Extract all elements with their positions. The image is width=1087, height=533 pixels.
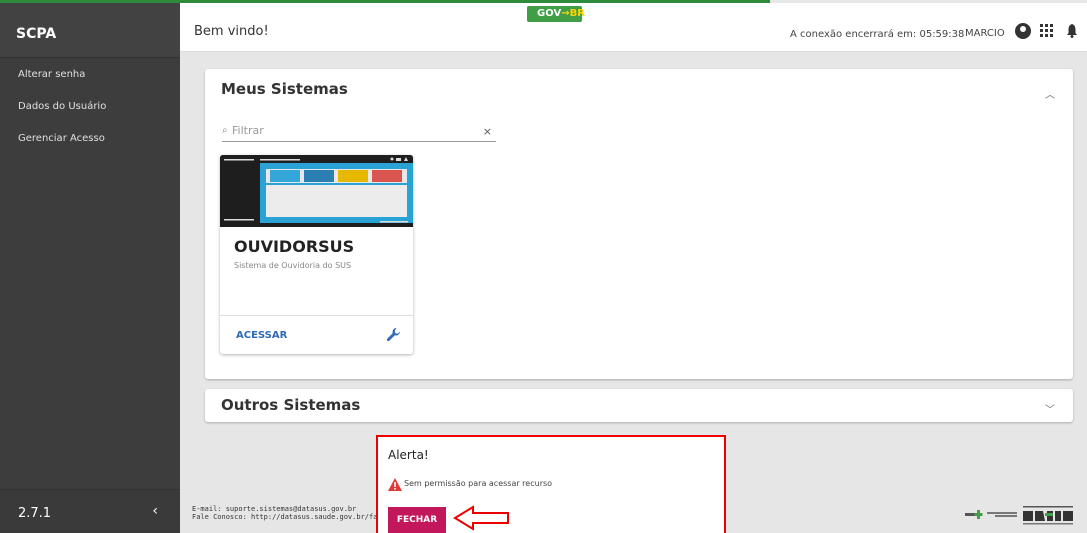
sidebar-item-dados-usuario[interactable]: Dados do Usuário bbox=[0, 90, 180, 122]
collapse-sidebar-icon[interactable]: ‹ bbox=[152, 503, 158, 519]
warning-icon bbox=[388, 478, 402, 491]
app-version: 2.7.1 bbox=[18, 506, 52, 521]
arrow-left-icon bbox=[453, 505, 509, 531]
system-card-ouvidorsus: OUVIDORSUS Sistema de Ouvidoria do SUS A… bbox=[220, 155, 413, 354]
system-thumbnail bbox=[220, 155, 413, 227]
acessar-button[interactable]: ACESSAR bbox=[236, 330, 287, 341]
card-divider bbox=[220, 315, 413, 316]
chevron-down-icon[interactable]: ﹀ bbox=[1045, 401, 1055, 416]
session-timer: A conexão encerrará em: 05:59:38 bbox=[790, 29, 965, 40]
welcome-text: Bem vindo! bbox=[194, 24, 269, 39]
sidebar-footer: 2.7.1 ‹ bbox=[0, 489, 180, 533]
apps-grid-icon[interactable] bbox=[1040, 24, 1054, 38]
top-header: Bem vindo! GOV→BR A conexão encerrará em… bbox=[180, 3, 1087, 52]
system-subtitle: Sistema de Ouvidoria do SUS bbox=[234, 261, 352, 270]
sidebar-item-gerenciar-acesso[interactable]: Gerenciar Acesso bbox=[0, 122, 180, 154]
outros-sistemas-panel[interactable]: Outros Sistemas ﹀ bbox=[205, 389, 1073, 422]
government-logos bbox=[965, 506, 1073, 525]
clear-icon[interactable]: × bbox=[483, 125, 492, 138]
search-icon: ⌕ bbox=[222, 125, 228, 136]
app-title: SCPA bbox=[0, 3, 180, 58]
outros-sistemas-title: Outros Sistemas bbox=[221, 396, 361, 414]
sidebar: SCPA Alterar senha Dados do Usuário Gere… bbox=[0, 3, 180, 533]
gov-br-logo: GOV→BR bbox=[527, 6, 585, 22]
system-title: OUVIDORSUS bbox=[234, 237, 355, 256]
filter-input[interactable]: ⌕ Filtrar × bbox=[222, 124, 496, 142]
alert-message: Sem permissão para acessar recurso bbox=[404, 479, 553, 488]
filter-placeholder: Filtrar bbox=[232, 124, 264, 137]
user-name: MARCIO bbox=[965, 28, 1005, 39]
wrench-icon[interactable] bbox=[386, 327, 402, 343]
meus-sistemas-title: Meus Sistemas bbox=[221, 80, 348, 98]
account-circle-icon[interactable] bbox=[1015, 23, 1031, 39]
fechar-button[interactable]: FECHAR bbox=[388, 507, 446, 533]
chevron-up-icon[interactable]: ︿ bbox=[1045, 86, 1055, 101]
bell-icon[interactable] bbox=[1066, 24, 1078, 38]
alert-title: Alerta! bbox=[388, 448, 429, 462]
sidebar-item-alterar-senha[interactable]: Alterar senha bbox=[0, 58, 180, 90]
alert-dialog: Alerta! Sem permissão para acessar recur… bbox=[376, 435, 726, 533]
